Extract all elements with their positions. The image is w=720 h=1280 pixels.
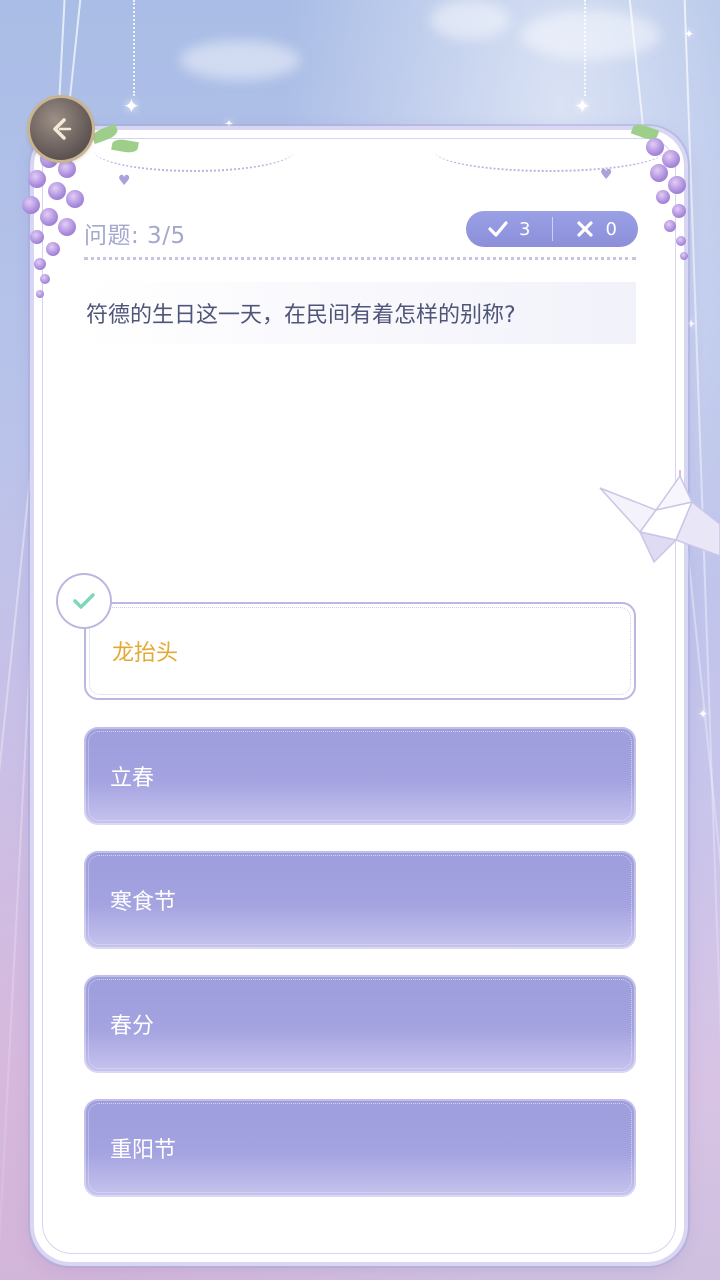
selected-mark <box>58 575 110 627</box>
wisteria-flower <box>646 138 664 156</box>
question-text: 符德的生日这一天，在民间有着怎样的别称? <box>84 282 636 344</box>
header-divider <box>84 257 636 260</box>
answer-label: 重阳节 <box>110 1138 177 1163</box>
wisteria-flower <box>28 170 46 188</box>
wisteria-flower <box>40 274 50 284</box>
wisteria-flower <box>58 218 76 236</box>
wrong-score: 0 <box>553 218 639 240</box>
wisteria-flower <box>22 196 40 214</box>
wisteria-flower <box>664 220 676 232</box>
wisteria-flower <box>46 242 60 256</box>
cloud-decoration <box>180 40 300 80</box>
wisteria-flower <box>58 160 76 178</box>
garland-decoration <box>434 130 664 172</box>
wisteria-flower <box>672 204 686 218</box>
answer-label: 寒食节 <box>110 890 177 915</box>
wisteria-flower <box>40 208 58 226</box>
wisteria-flower <box>676 236 686 246</box>
wisteria-flower <box>48 182 66 200</box>
wisteria-flower <box>30 230 44 244</box>
cloud-decoration <box>430 0 510 40</box>
answer-option-3[interactable]: 寒食节 <box>84 851 636 949</box>
hanging-string <box>584 0 586 96</box>
answer-option-5[interactable]: 重阳节 <box>84 1099 636 1197</box>
back-button[interactable] <box>30 98 92 160</box>
wisteria-flower <box>66 190 84 208</box>
wisteria-flower <box>656 190 670 204</box>
wisteria-flower <box>680 252 688 260</box>
question-counter: 问题: 3/5 <box>84 223 186 249</box>
paper-crane-decoration <box>599 470 720 564</box>
check-icon <box>73 593 95 609</box>
sparkle-icon: ✦ <box>686 317 697 331</box>
sparkle-icon: ✦ <box>698 707 709 721</box>
answer-option-1[interactable]: 龙抬头 <box>84 602 636 700</box>
hanging-string <box>133 0 135 96</box>
sparkle-icon: ✦ <box>574 94 591 118</box>
question-label: 符德的生日这一天，在民间有着怎样的别称? <box>86 303 516 328</box>
score-pill: 3 0 <box>466 211 638 247</box>
cloud-decoration <box>520 10 660 60</box>
answer-option-2[interactable]: 立春 <box>84 727 636 825</box>
correct-count: 3 <box>519 218 531 240</box>
wisteria-flower <box>650 164 668 182</box>
answer-label: 立春 <box>110 766 155 791</box>
game-scene: ✦ ✦ ✦ ✦ ✦ ✦ ♥ ♥ 问题: 3/5 3 0 符德的生日这一天，在民间… <box>0 0 720 1280</box>
sparkle-icon: ✦ <box>684 27 695 41</box>
wisteria-flower <box>34 258 46 270</box>
cross-icon <box>576 221 593 237</box>
answer-label: 春分 <box>110 1014 155 1039</box>
answer-label: 龙抬头 <box>112 641 179 666</box>
wisteria-flower <box>668 176 686 194</box>
wrong-count: 0 <box>605 218 617 240</box>
sparkle-icon: ✦ <box>224 117 235 131</box>
heart-icon: ♥ <box>118 173 131 189</box>
check-icon <box>488 221 508 237</box>
wisteria-flower <box>36 290 44 298</box>
correct-score: 3 <box>466 218 552 240</box>
light-streak <box>682 0 720 1280</box>
sparkle-icon: ✦ <box>123 94 140 118</box>
answer-option-4[interactable]: 春分 <box>84 975 636 1073</box>
back-arrow-icon <box>53 118 72 140</box>
heart-icon: ♥ <box>600 167 613 183</box>
